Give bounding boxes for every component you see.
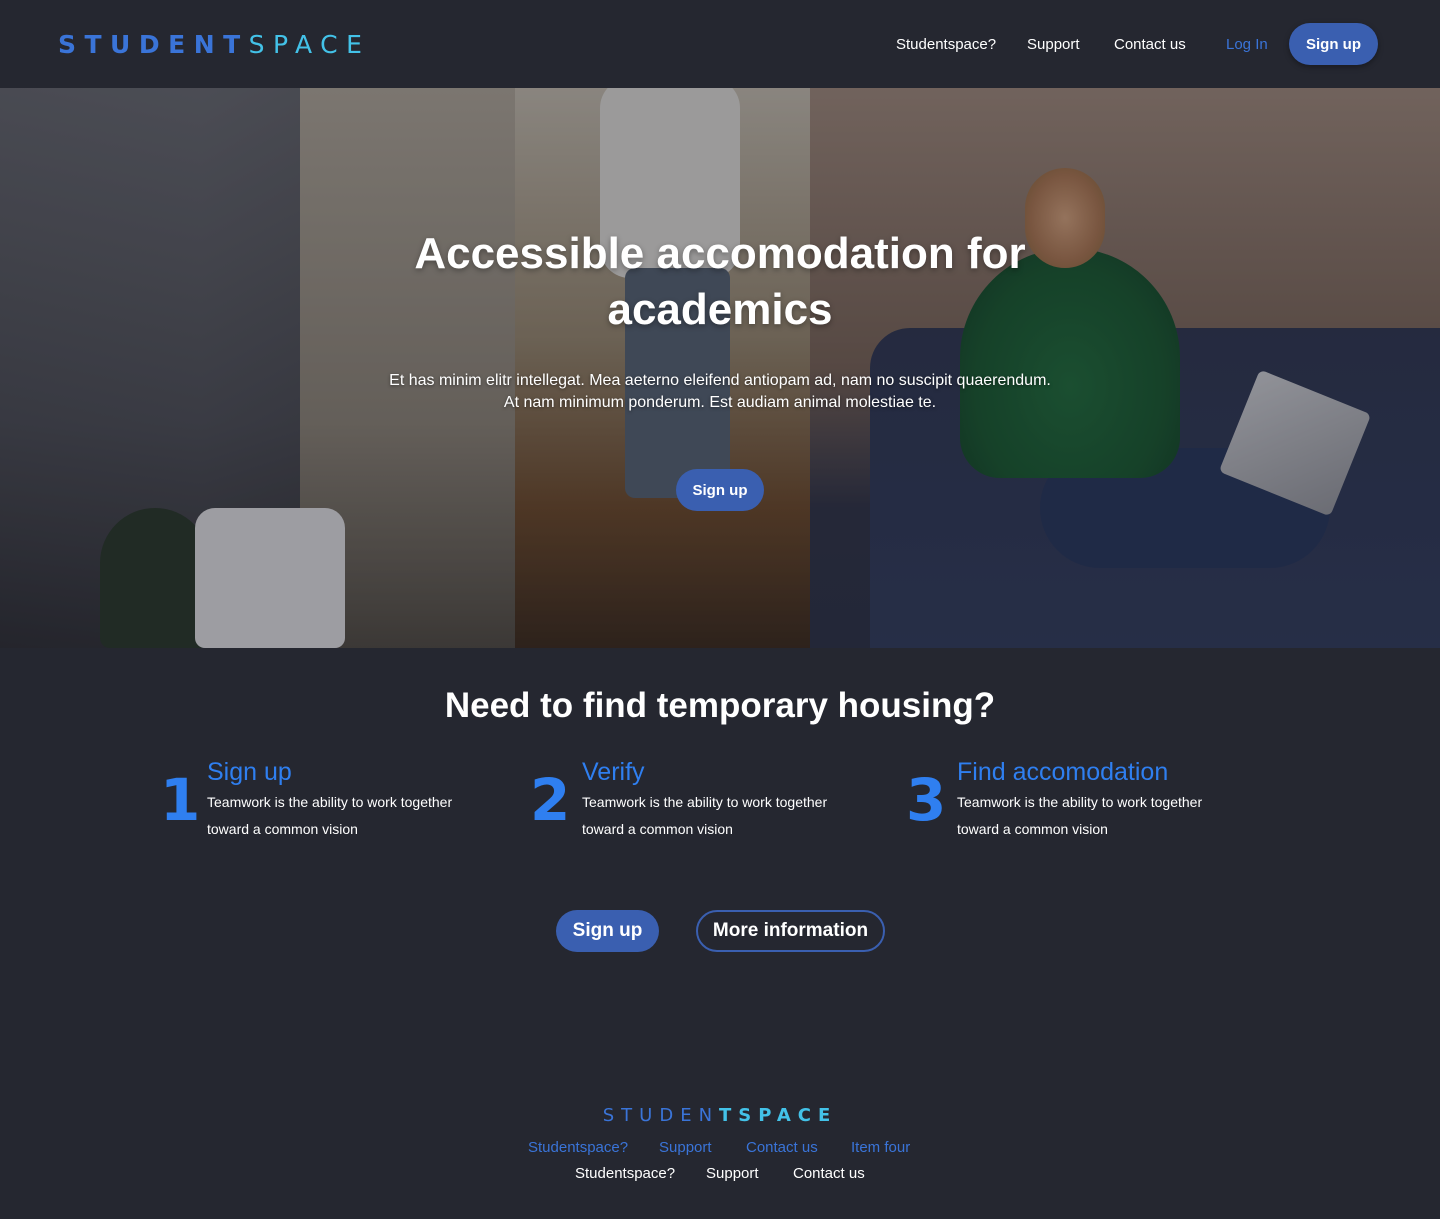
nav-link-contact[interactable]: Contact us	[1114, 36, 1186, 53]
steps-heading: Need to find temporary housing?	[444, 686, 996, 725]
hero-title-line2: academics	[607, 285, 833, 334]
step-title: Verify	[582, 758, 645, 786]
hero-description: Et has minim elitr intellegat. Mea aeter…	[340, 370, 1100, 414]
steps-signup-button[interactable]: Sign up	[556, 910, 659, 952]
step-number: 1	[160, 766, 201, 834]
hero-banner: Accessible accomodation for academics Et…	[0, 88, 1440, 648]
site-logo[interactable]: STUDENTSPACE	[58, 31, 370, 59]
footer-link-studentspace[interactable]: Studentspace?	[528, 1138, 628, 1158]
header-signup-button[interactable]: Sign up	[1289, 23, 1378, 65]
hero-description-line2: At nam minimum ponderum. Est audiam anim…	[503, 394, 937, 411]
logo-part-student: STUDENT	[58, 30, 249, 59]
footer-link-studentspace[interactable]: Studentspace?	[575, 1164, 675, 1184]
logo-part-space: SPACE	[248, 30, 371, 59]
footer-link-contact[interactable]: Contact us	[793, 1164, 865, 1184]
hero-title-line1: Accessible accomodation for	[414, 229, 1026, 278]
step-number: 3	[906, 766, 947, 834]
footer-link-item-four[interactable]: Item four	[851, 1138, 910, 1158]
site-header: STUDENTSPACE Studentspace? Support Conta…	[0, 0, 1440, 88]
step-description: Teamwork is the ability to work together…	[207, 794, 453, 837]
footer-link-contact[interactable]: Contact us	[746, 1138, 818, 1158]
hero-signup-button[interactable]: Sign up	[676, 469, 764, 511]
footer-link-support[interactable]: Support	[706, 1164, 759, 1184]
step-title: Find accomodation	[957, 758, 1169, 786]
more-information-button[interactable]: More information	[696, 910, 885, 952]
step-description: Teamwork is the ability to work together…	[582, 794, 828, 837]
step-description: Teamwork is the ability to work together…	[957, 794, 1203, 837]
footer-link-support[interactable]: Support	[659, 1138, 712, 1158]
step-number: 2	[530, 766, 571, 834]
login-link[interactable]: Log In	[1226, 36, 1268, 53]
hero-overlay	[0, 88, 1440, 648]
hero-title: Accessible accomodation for academics	[0, 226, 1440, 338]
footer-logo-part1: STUDEN	[602, 1105, 720, 1126]
footer-logo-part2: TSPACE	[719, 1105, 838, 1126]
nav-link-support[interactable]: Support	[1027, 36, 1080, 53]
step-title: Sign up	[207, 758, 292, 786]
nav-link-studentspace[interactable]: Studentspace?	[896, 36, 996, 53]
hero-description-line1: Et has minim elitr intellegat. Mea aeter…	[389, 372, 1051, 389]
footer-logo[interactable]: STUDENTSPACE	[0, 1105, 1440, 1127]
